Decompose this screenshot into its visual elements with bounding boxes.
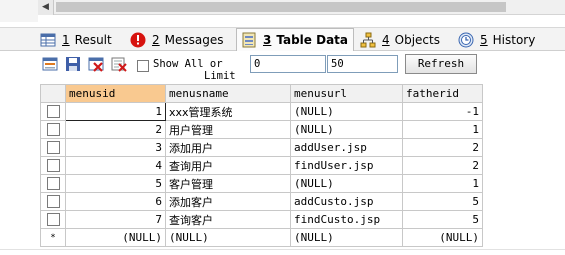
cell-menusid[interactable]: 6 (65, 192, 166, 211)
cell-menusurl[interactable]: findUser.jsp (290, 156, 403, 175)
panel-bottom-divider (0, 249, 565, 250)
row-select-checkbox[interactable] (40, 120, 66, 139)
cell-menusname[interactable]: 用户管理 (165, 120, 291, 139)
limit-label: Limit (204, 70, 236, 82)
tab-history-number: 5 (480, 33, 488, 47)
cell-fatherid[interactable]: 1 (402, 174, 483, 193)
cell-menusid[interactable]: 1 (65, 102, 166, 121)
cell-menusurl[interactable]: (NULL) (290, 174, 403, 193)
tab-objects-number: 4 (382, 33, 390, 47)
table-data-icon (241, 32, 257, 48)
tab-history-label: History (492, 33, 536, 47)
objects-tree-icon (360, 32, 376, 48)
row-select-checkbox[interactable] (40, 192, 66, 211)
left-panel-edge (0, 0, 38, 22)
cell-menusname[interactable]: (NULL) (165, 228, 291, 247)
cell-menusname[interactable]: 查询用户 (165, 156, 291, 175)
row-select-checkbox[interactable] (40, 174, 66, 193)
tab-result-label: Result (74, 33, 112, 47)
table-row[interactable]: 6 添加客户 addCusto.jsp 5 (40, 192, 483, 211)
cell-menusid[interactable]: 4 (65, 156, 166, 175)
cell-menusid[interactable]: (NULL) (65, 228, 166, 247)
tab-messages[interactable]: 2 Messages (130, 29, 224, 51)
cell-fatherid[interactable]: -1 (402, 102, 483, 121)
cell-menusurl[interactable]: addCusto.jsp (290, 192, 403, 211)
info-red-icon (130, 32, 146, 48)
table-row[interactable]: 1 xxx管理系统 (NULL) -1 (40, 102, 483, 121)
tab-result-number: 1 (62, 33, 70, 47)
cell-fatherid[interactable]: 2 (402, 138, 483, 157)
limit-input[interactable]: 50 (327, 55, 398, 73)
grid-corner (40, 84, 66, 103)
scroll-left-arrow-icon[interactable]: ◀ (38, 0, 54, 15)
tab-result[interactable]: 1 Result (40, 29, 112, 51)
insert-row-icon[interactable] (42, 56, 58, 72)
column-header-menusid[interactable]: menusid (65, 84, 166, 103)
offset-input[interactable]: 0 (250, 55, 326, 73)
cell-menusid[interactable]: 2 (65, 120, 166, 139)
cell-menusname[interactable]: 查询客户 (165, 210, 291, 229)
cell-fatherid[interactable]: 1 (402, 120, 483, 139)
row-select-checkbox[interactable] (40, 138, 66, 157)
result-grid-icon (40, 32, 56, 48)
cell-menusname[interactable]: 添加客户 (165, 192, 291, 211)
table-row[interactable]: 7 查询客户 findCusto.jsp 5 (40, 210, 483, 229)
cell-menusid[interactable]: 5 (65, 174, 166, 193)
row-select-checkbox[interactable] (40, 102, 66, 121)
cell-menusurl[interactable]: (NULL) (290, 102, 403, 121)
cell-menusname[interactable]: 客户管理 (165, 174, 291, 193)
cancel-changes-icon[interactable] (111, 56, 127, 72)
cell-menusid[interactable]: 3 (65, 138, 166, 157)
row-select-checkbox[interactable] (40, 156, 66, 175)
table-row[interactable]: 5 客户管理 (NULL) 1 (40, 174, 483, 193)
result-tab-bar: 1 Result 2 Messages 3 Table Data 4 Objec… (0, 27, 565, 51)
horizontal-scrollbar[interactable]: ◀ (38, 0, 565, 15)
new-row-marker: * (40, 228, 66, 247)
tab-messages-number: 2 (152, 33, 160, 47)
cell-fatherid[interactable]: 5 (402, 192, 483, 211)
tab-objects[interactable]: 4 Objects (360, 29, 440, 51)
column-header-fatherid[interactable]: fatherid (402, 84, 483, 103)
cell-fatherid[interactable]: 5 (402, 210, 483, 229)
scrollbar-thumb[interactable] (56, 2, 506, 12)
delete-row-icon[interactable] (88, 56, 104, 72)
history-icon (458, 32, 474, 48)
cell-menusid[interactable]: 7 (65, 210, 166, 229)
cell-fatherid[interactable]: (NULL) (402, 228, 483, 247)
tab-objects-label: Objects (394, 33, 440, 47)
cell-menusurl[interactable]: addUser.jsp (290, 138, 403, 157)
table-data-grid: menusid menusname menusurl fatherid 1 xx… (40, 84, 483, 247)
new-row[interactable]: * (NULL) (NULL) (NULL) (NULL) (40, 228, 483, 247)
show-all-label: Show All or (153, 58, 223, 70)
table-row[interactable]: 3 添加用户 addUser.jsp 2 (40, 138, 483, 157)
tab-messages-label: Messages (164, 33, 224, 47)
show-all-checkbox[interactable] (137, 60, 149, 72)
table-row[interactable]: 2 用户管理 (NULL) 1 (40, 120, 483, 139)
cell-menusname[interactable]: xxx管理系统 (165, 102, 291, 121)
cell-fatherid[interactable]: 2 (402, 156, 483, 175)
tab-table-data-number: 3 (263, 33, 272, 47)
column-header-menusname[interactable]: menusname (165, 84, 291, 103)
refresh-button[interactable]: Refresh (405, 54, 477, 74)
table-row[interactable]: 4 查询用户 findUser.jsp 2 (40, 156, 483, 175)
tab-table-data-label: Table Data (276, 33, 349, 47)
row-select-checkbox[interactable] (40, 210, 66, 229)
tab-history[interactable]: 5 History (458, 29, 535, 51)
column-header-menusurl[interactable]: menusurl (290, 84, 403, 103)
cell-menusname[interactable]: 添加用户 (165, 138, 291, 157)
tab-table-data[interactable]: 3 Table Data (236, 28, 354, 51)
save-icon[interactable] (65, 56, 81, 72)
cell-menusurl[interactable]: (NULL) (290, 120, 403, 139)
cell-menusurl[interactable]: (NULL) (290, 228, 403, 247)
cell-menusurl[interactable]: findCusto.jsp (290, 210, 403, 229)
